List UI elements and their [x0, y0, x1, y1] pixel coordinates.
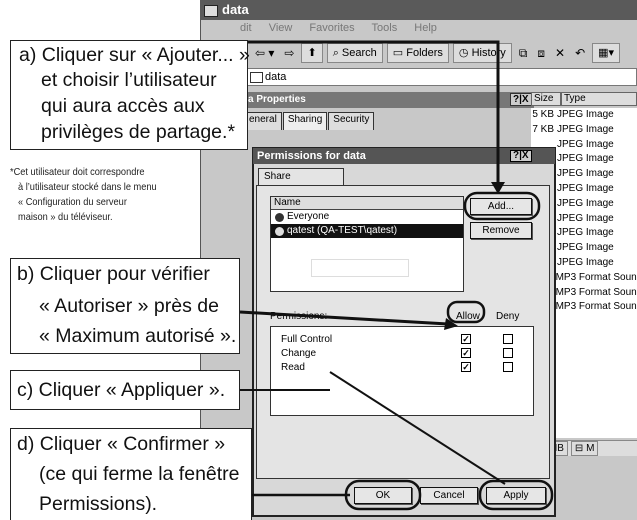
- connector-c2: [329, 371, 506, 485]
- callout-c-line-1: c) Cliquer « Appliquer ».: [17, 379, 226, 401]
- callout-a-line-2: et choisir l’utilisateur: [41, 69, 217, 91]
- highlight-ok-ring: [344, 479, 422, 511]
- callout-a-line-4: privilèges de partage.*: [41, 121, 236, 143]
- highlight-allow-ring: [446, 300, 486, 324]
- connector-b: [239, 310, 449, 326]
- callout-a-line-3: qui aura accès aux: [41, 95, 205, 117]
- callout-d-line-3: Permissions).: [39, 493, 158, 515]
- callout-d-line-2: (ce qui ferme la fenêtre: [39, 463, 240, 485]
- callout-a: a) Cliquer sur « Ajouter... » et choisir…: [10, 40, 250, 150]
- callout-b-line-1: b) Cliquer pour vérifier: [17, 263, 210, 285]
- callout-a-line-1: a) Cliquer sur « Ajouter... »: [19, 44, 250, 66]
- callout-b-line-3: « Maximum autorisé ».: [39, 325, 237, 347]
- callout-b-line-2: « Autoriser » près de: [39, 295, 219, 317]
- highlight-add-ring: [463, 191, 541, 221]
- footnote-line-1: *Cet utilisateur doit correspondre: [10, 166, 145, 178]
- callout-d: d) Cliquer « Confirmer » (ce qui ferme l…: [10, 428, 252, 520]
- callout-d-line-1: d) Cliquer « Confirmer »: [17, 433, 226, 455]
- highlight-apply-ring: [478, 479, 554, 511]
- footnote-line-4: maison » du téléviseur.: [18, 211, 113, 223]
- callout-c: c) Cliquer « Appliquer ».: [10, 370, 240, 410]
- connector-a: [248, 40, 500, 190]
- footnote-line-3: « Configuration du serveur: [18, 196, 127, 208]
- callout-b: b) Cliquer pour vérifier « Autoriser » p…: [10, 258, 240, 354]
- footnote-line-2: à l’utilisateur stocké dans le menu: [18, 181, 157, 193]
